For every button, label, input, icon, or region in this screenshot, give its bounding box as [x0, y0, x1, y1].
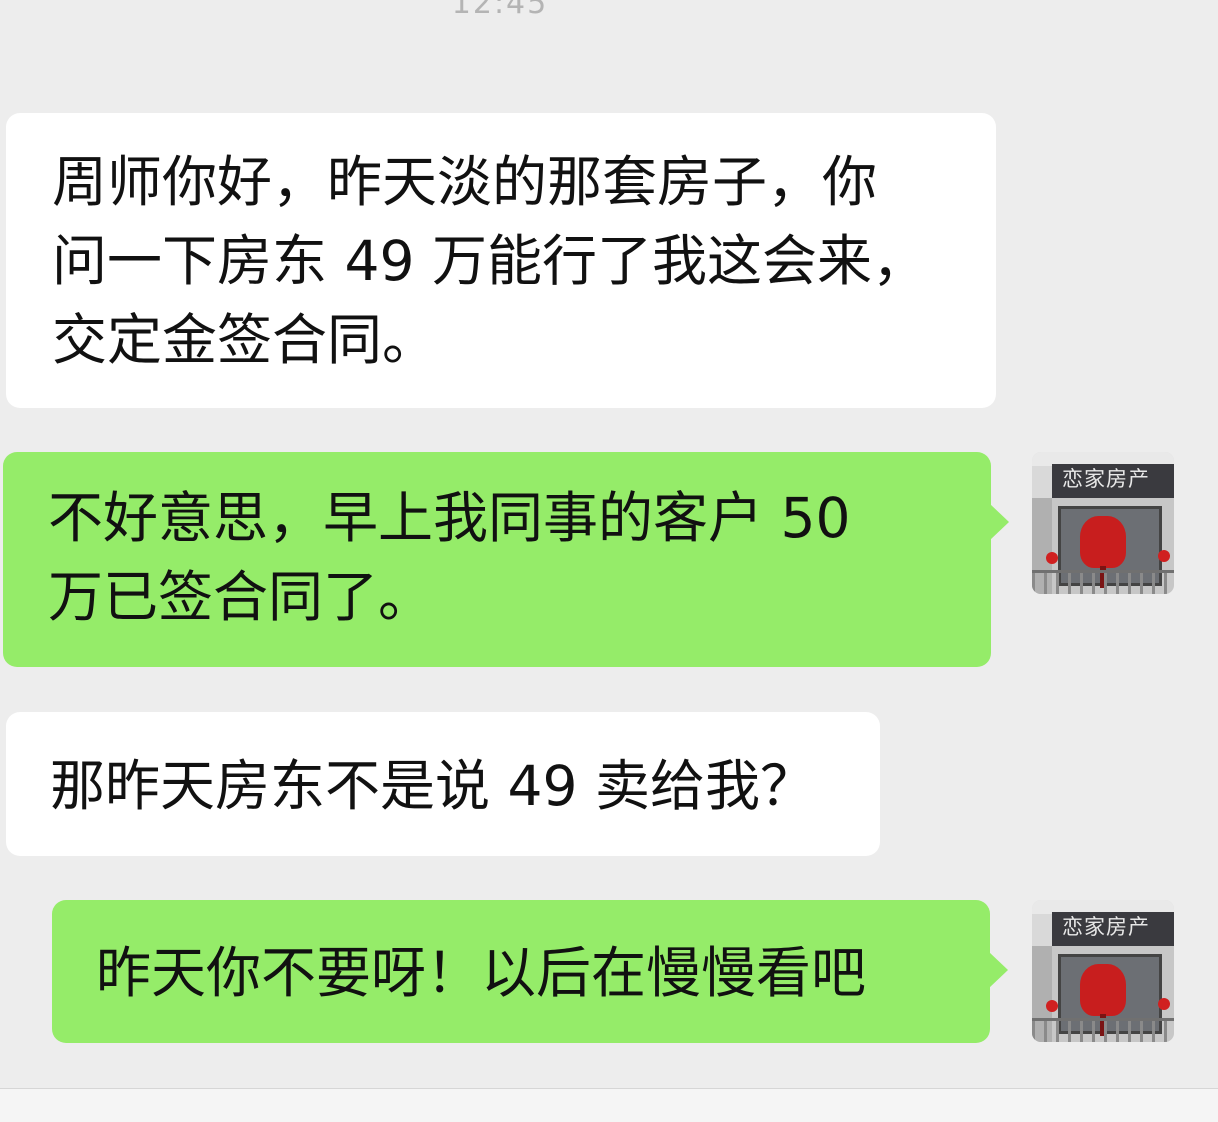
avatar-sign-text: 恋家房产	[1062, 467, 1150, 491]
sender-avatar[interactable]: 恋家房产	[1032, 900, 1174, 1042]
chat-timestamp: 12:45	[451, 0, 549, 21]
message-text-line: 交定金签合同。	[52, 308, 438, 372]
flower-basket-icon	[1080, 516, 1126, 568]
message-bubble-incoming[interactable]: 周师你好，昨天淡的那套房子，你 问一下房东 49 万能行了我这会来， 交定金签合…	[6, 113, 996, 408]
avatar-railing	[1032, 1018, 1174, 1042]
flower-basket-icon	[1080, 964, 1126, 1016]
avatar-decoration	[1158, 550, 1170, 562]
message-text-line: 周师你好，昨天淡的那套房子，你	[52, 150, 878, 214]
avatar-decoration	[1046, 1000, 1058, 1012]
message-bubble-incoming[interactable]: 那昨天房东不是说 49 卖给我？	[6, 712, 880, 856]
message-bubble-outgoing[interactable]: 不好意思，早上我同事的客户 50 万已签合同了。	[3, 452, 1009, 667]
message-text-line: 不好意思，早上我同事的客户 50	[48, 486, 851, 550]
avatar-sign-text: 恋家房产	[1062, 915, 1150, 939]
message-text-line: 昨天你不要呀！以后在慢慢看吧	[96, 941, 867, 1005]
message-bubble-outgoing[interactable]: 昨天你不要呀！以后在慢慢看吧	[52, 900, 1008, 1043]
message-text-line: 那昨天房东不是说 49 卖给我？	[50, 754, 815, 818]
sender-avatar[interactable]: 恋家房产	[1032, 452, 1174, 594]
avatar-decoration	[1158, 998, 1170, 1010]
input-bar[interactable]	[0, 1089, 1218, 1122]
message-text-line: 万已签合同了。	[48, 565, 434, 629]
avatar-decoration	[1046, 552, 1058, 564]
avatar-railing	[1032, 570, 1174, 594]
message-text-line: 问一下房东 49 万能行了我这会来，	[52, 229, 927, 293]
